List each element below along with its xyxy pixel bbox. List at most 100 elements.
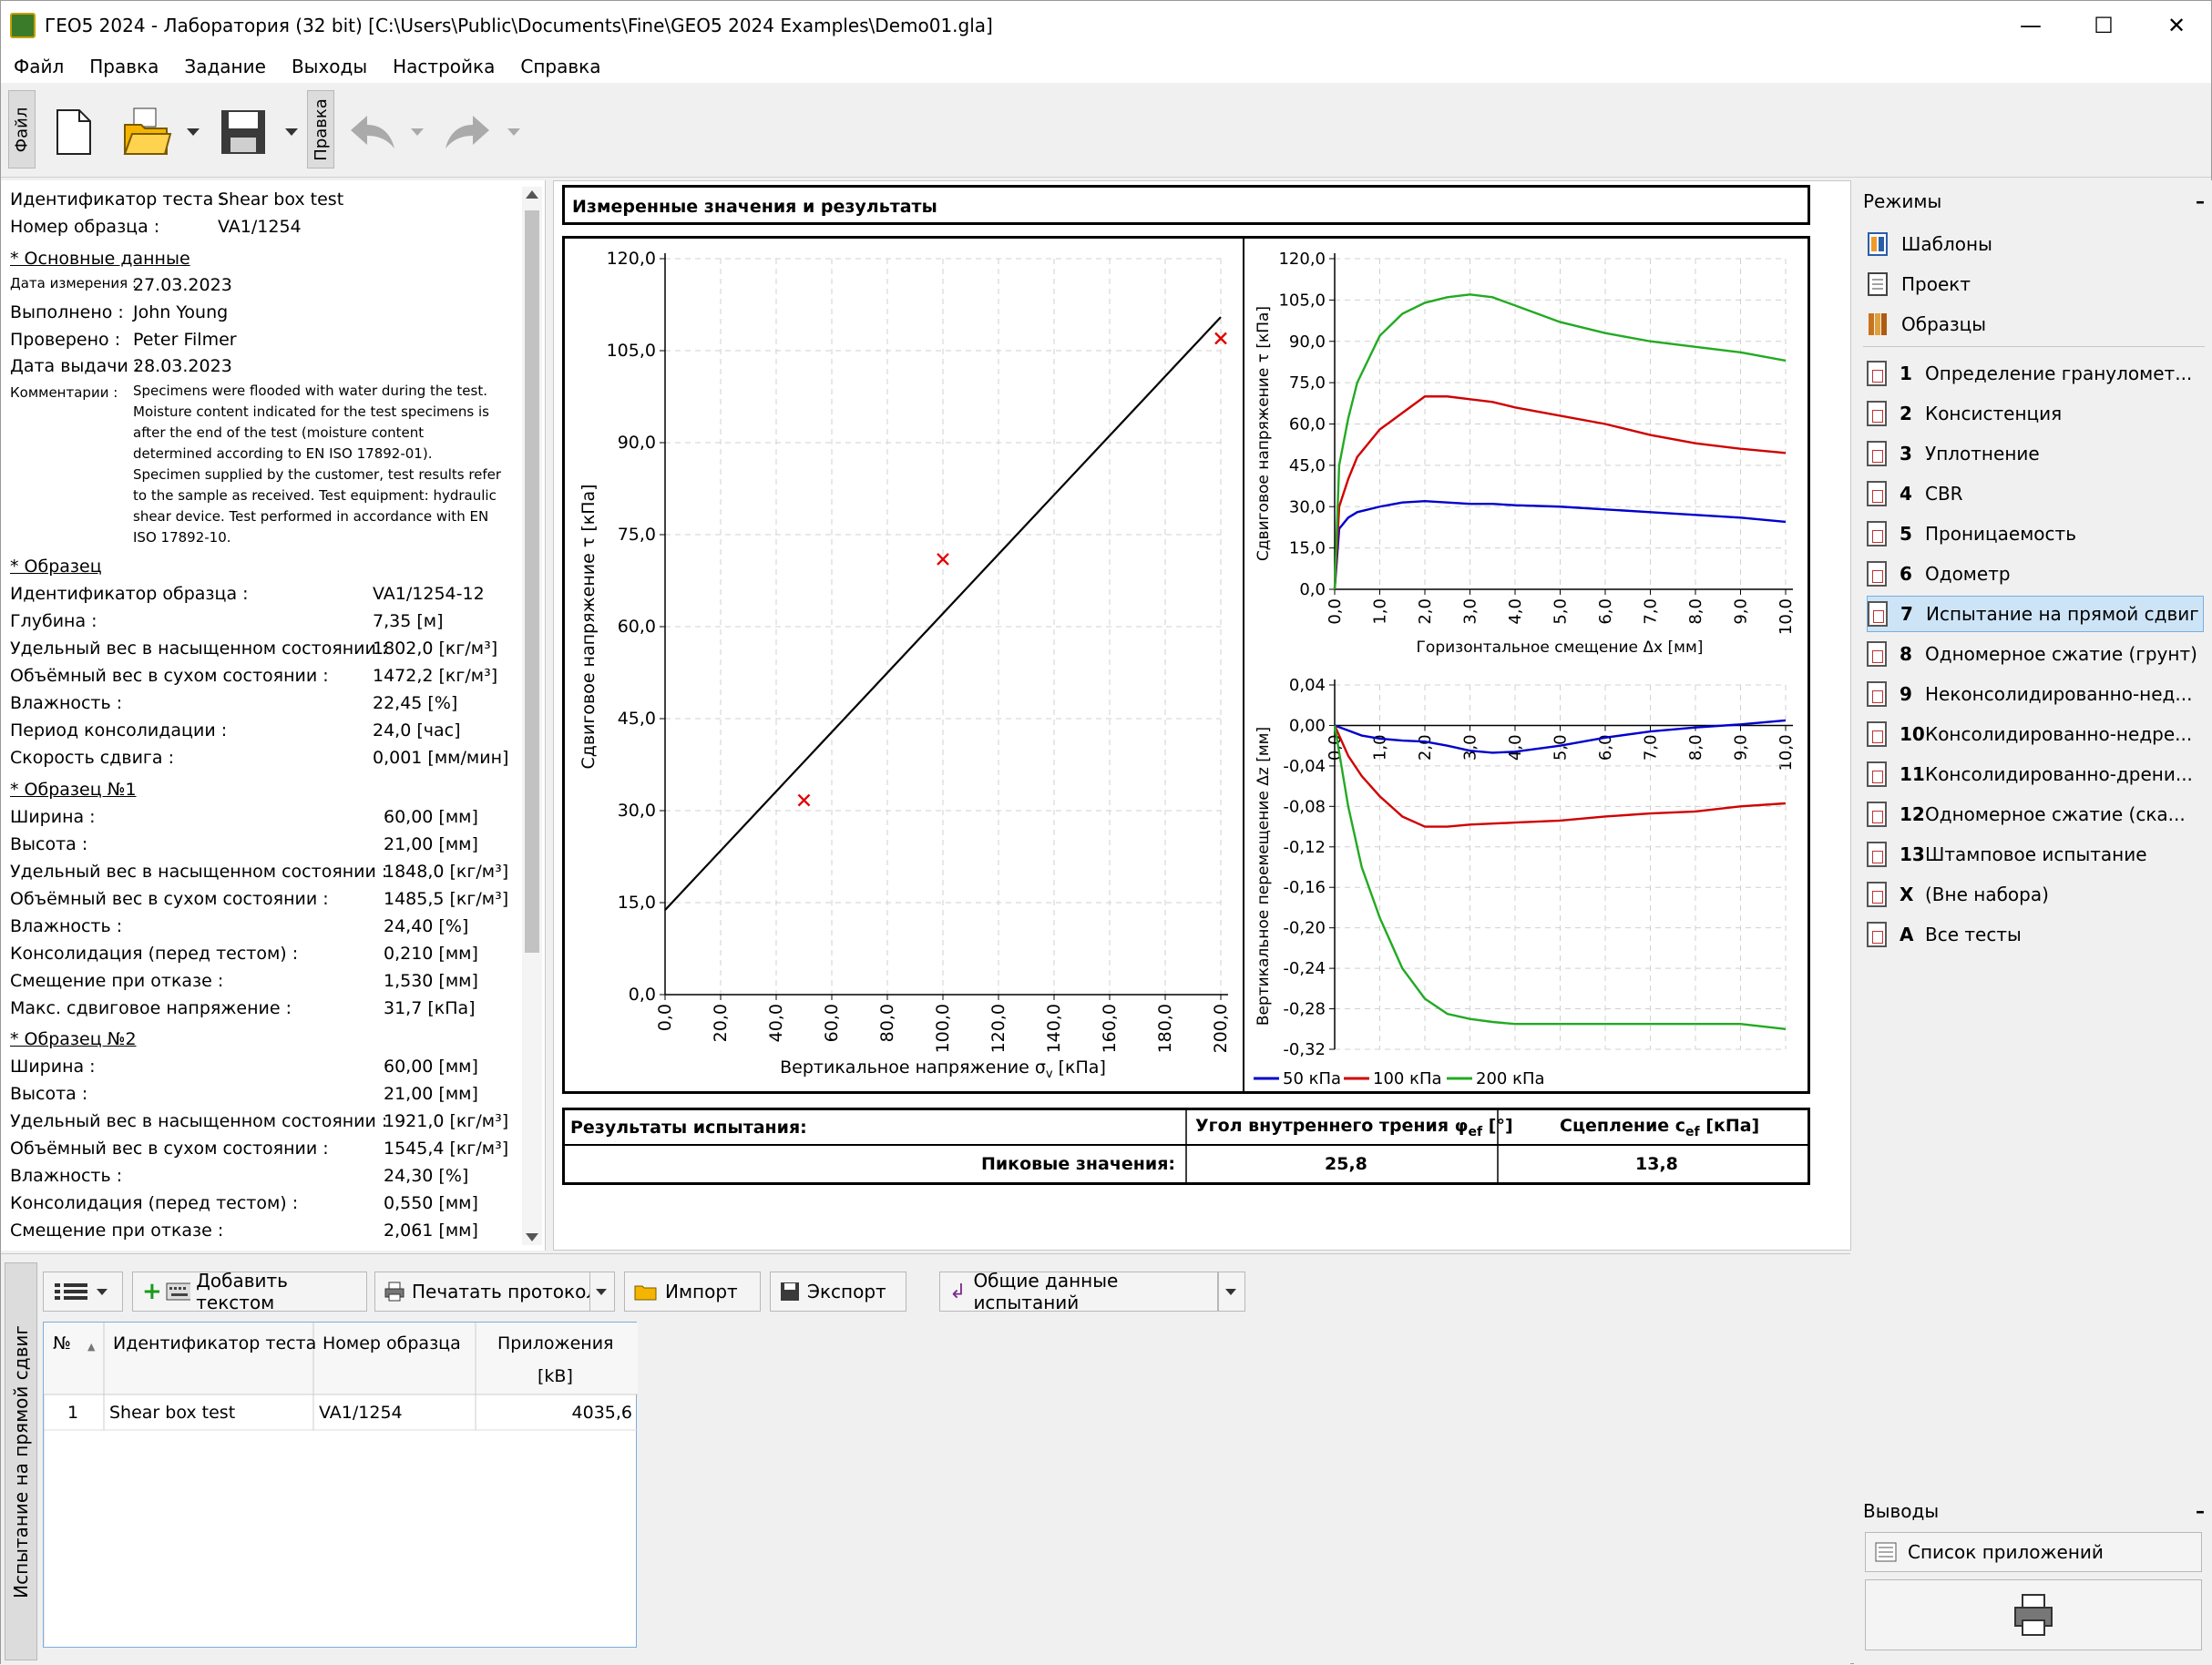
- view-mode-button[interactable]: [43, 1272, 123, 1312]
- toolbar-tab-edit[interactable]: Правка: [307, 90, 334, 169]
- redo-dropdown-arrow[interactable]: [507, 128, 520, 136]
- print-protocol-button[interactable]: Печатать протокол: [374, 1272, 615, 1312]
- keyboard-icon: [166, 1282, 191, 1301]
- test-item-6[interactable]: 6 Одометр: [1867, 556, 2204, 592]
- col-attachments-header[interactable]: Приложения: [497, 1333, 613, 1353]
- test-item-x[interactable]: X (Вне набора): [1867, 876, 2204, 913]
- test-item-1[interactable]: 1 Определение грануломет...: [1867, 355, 2204, 392]
- redo-icon[interactable]: [442, 110, 493, 154]
- undo-dropdown-arrow[interactable]: [411, 128, 424, 136]
- print-protocol-label: Печатать протокол: [412, 1281, 599, 1302]
- export-button[interactable]: Экспорт: [770, 1272, 906, 1312]
- mode-templates[interactable]: Шаблоны: [1867, 226, 2204, 262]
- menu-file[interactable]: Файл: [1, 56, 77, 77]
- x-tick-label: 3,0: [1461, 734, 1480, 761]
- col-no-header[interactable]: №: [53, 1333, 71, 1353]
- specimen1-field-label: Консолидация (перед тестом) :: [10, 944, 299, 964]
- bottom-vertical-tab[interactable]: Испытание на прямой сдвиг: [5, 1262, 37, 1660]
- scroll-thumb[interactable]: [525, 210, 539, 953]
- toolbar-tab-file[interactable]: Файл: [8, 90, 36, 169]
- print-protocol-dropdown[interactable]: [589, 1272, 615, 1312]
- row-attachments[interactable]: 4035,6: [572, 1403, 632, 1423]
- test-item-5[interactable]: 5 Проницаемость: [1867, 516, 2204, 552]
- row-test-id[interactable]: Shear box test: [109, 1403, 235, 1423]
- x-tick-label: 3,0: [1461, 598, 1480, 625]
- application-window: ГЕО5 2024 - Лаборатория (32 bit) [C:\Use…: [0, 0, 2212, 1665]
- specimen1-field-label: Макс. сдвиговое напряжение :: [10, 998, 292, 1018]
- test-doc-icon: [1867, 681, 1887, 707]
- comments-label: Комментарии :: [10, 384, 118, 401]
- toolbar-tab-edit-label: Правка: [311, 97, 331, 161]
- modes-title: Режимы: [1863, 190, 1942, 212]
- sample-field-value: 24,0 [час]: [373, 720, 461, 741]
- outputs-collapse-icon[interactable]: –: [2196, 1500, 2205, 1522]
- test-item-3[interactable]: 3 Уплотнение: [1867, 435, 2204, 472]
- sample-field-label: Влажность :: [10, 693, 123, 713]
- import-button[interactable]: Импорт: [624, 1272, 761, 1312]
- col-sample-no-header[interactable]: Номер образца: [323, 1333, 461, 1353]
- chart3-y-axis-title: Вертикальное перемещение Δz [мм]: [1254, 727, 1273, 1026]
- scroll-down-arrow[interactable]: [526, 1233, 538, 1241]
- test-item-12[interactable]: 12 Одномерное сжатие (ска...: [1867, 796, 2204, 832]
- open-folder-icon[interactable]: [121, 107, 172, 158]
- scroll-up-arrow[interactable]: [526, 190, 538, 199]
- modes-collapse-icon[interactable]: –: [2196, 190, 2205, 212]
- chart1-x-axis-title-main: Вертикальное напряжение σ: [780, 1057, 1046, 1078]
- data-point-marker: [797, 793, 811, 807]
- export-save-icon: [781, 1282, 799, 1301]
- test-item-8[interactable]: 8 Одномерное сжатие (грунт): [1867, 636, 2204, 672]
- test-item-label: Консолидированно-дрени...: [1925, 763, 2193, 785]
- menu-edit[interactable]: Правка: [77, 56, 171, 77]
- common-dropdown-arrow: [1225, 1288, 1236, 1295]
- test-item-2[interactable]: 2 Консистенция: [1867, 395, 2204, 432]
- undo-icon[interactable]: [347, 110, 398, 154]
- menu-help[interactable]: Справка: [507, 56, 613, 77]
- test-item-13[interactable]: 13 Штамповое испытание: [1867, 836, 2204, 873]
- open-dropdown-arrow[interactable]: [187, 128, 200, 136]
- specimen1-section: * Образец №1: [10, 780, 137, 800]
- print-button[interactable]: [1865, 1579, 2202, 1650]
- menu-outputs[interactable]: Выходы: [279, 56, 380, 77]
- common-data-label: Общие данные испытаний: [973, 1270, 1119, 1313]
- menu-task[interactable]: Задание: [171, 56, 279, 77]
- test-doc-icon: [1867, 401, 1887, 426]
- col-test-id-header[interactable]: Идентификатор теста: [113, 1333, 316, 1353]
- menu-settings[interactable]: Настройка: [380, 56, 507, 77]
- common-data-button[interactable]: ↲ Общие данные испытаний: [939, 1270, 1218, 1313]
- test-item-label: Одномерное сжатие (грунт): [1925, 643, 2197, 665]
- test-item-9[interactable]: 9 Неконсолидированно-нед...: [1867, 676, 2204, 712]
- x-tick-label: 9,0: [1732, 598, 1751, 625]
- test-item-10[interactable]: 10 Консолидированно-недре...: [1867, 716, 2204, 752]
- save-dropdown-arrow[interactable]: [285, 128, 298, 136]
- mode-samples[interactable]: Образцы: [1867, 306, 2204, 342]
- y-tick-label: 0,04: [1289, 676, 1326, 695]
- mode-project[interactable]: Проект: [1867, 266, 2204, 302]
- specimen1-field-label: Объёмный вес в сухом состоянии :: [10, 889, 329, 909]
- specimen2-field-label: Удельный вес в насыщенном состоянии :: [10, 1111, 388, 1131]
- new-file-icon[interactable]: [52, 107, 96, 158]
- test-item-7[interactable]: 7 Испытание на прямой сдвиг: [1867, 596, 2204, 632]
- results-title: Результаты испытания:: [570, 1118, 807, 1138]
- row-sample-no[interactable]: VA1/1254: [319, 1403, 403, 1423]
- minimize-button[interactable]: —: [1994, 1, 2067, 50]
- test-doc-icon: [1867, 481, 1887, 506]
- left-panel-scrollbar[interactable]: [522, 187, 542, 1245]
- comments-line: Moisture content indicated for the test …: [133, 403, 489, 420]
- close-button[interactable]: ✕: [2140, 1, 2212, 50]
- sample-field-label: Скорость сдвига :: [10, 748, 174, 768]
- maximize-button[interactable]: ☐: [2067, 1, 2140, 50]
- import-label: Импорт: [665, 1281, 738, 1302]
- save-icon[interactable]: [218, 107, 269, 158]
- row-no[interactable]: 1: [67, 1403, 78, 1423]
- x-tick-label: 20,0: [711, 1004, 731, 1042]
- specimen1-field-value: 1,530 [мм]: [384, 971, 478, 991]
- sample-field-value: 22,45 [%]: [373, 693, 458, 713]
- common-data-dropdown[interactable]: [1218, 1272, 1245, 1312]
- specimen2-field-value: 1921,0 [кг/м³]: [384, 1111, 509, 1131]
- templates-icon: [1868, 232, 1888, 256]
- add-text-button[interactable]: + Добавить текстом: [132, 1270, 367, 1313]
- attachments-list-button[interactable]: Список приложений: [1865, 1532, 2202, 1572]
- test-item-a[interactable]: A Все тесты: [1867, 916, 2204, 953]
- test-item-11[interactable]: 11 Консолидированно-дрени...: [1867, 756, 2204, 792]
- test-item-4[interactable]: 4 CBR: [1867, 475, 2204, 512]
